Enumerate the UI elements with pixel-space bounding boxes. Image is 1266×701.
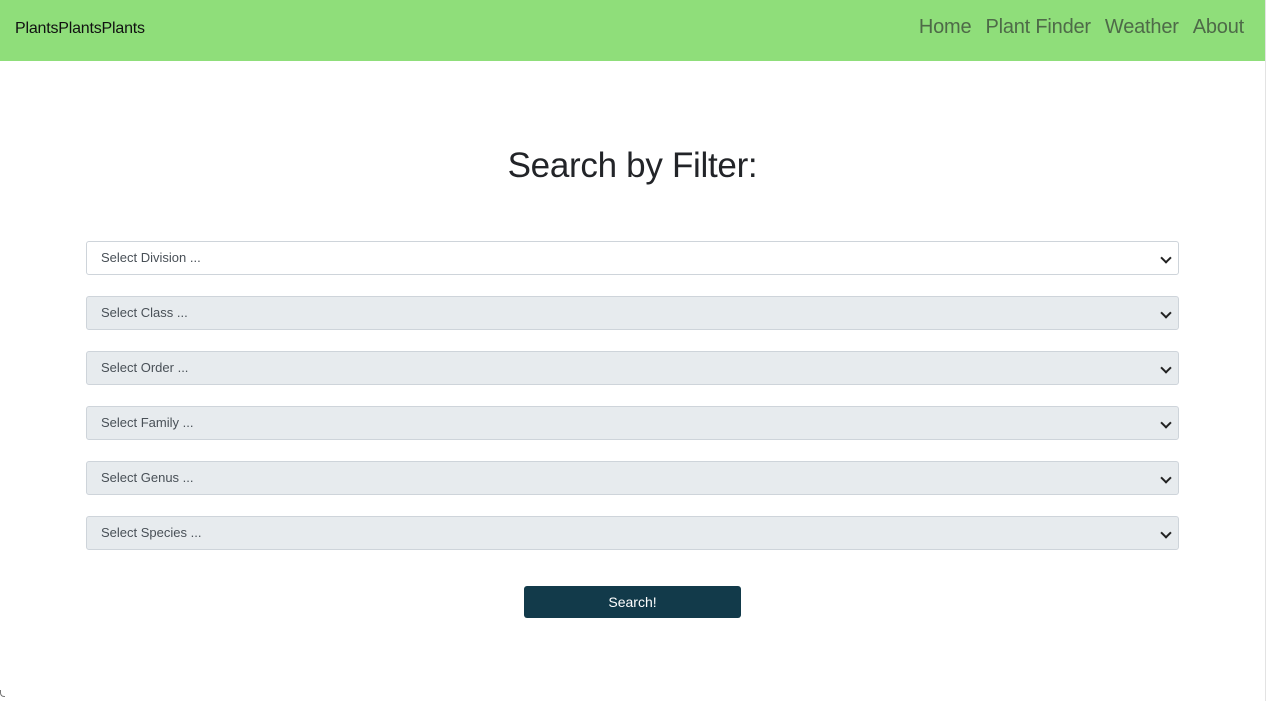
nav-about-link[interactable]: About xyxy=(1193,16,1244,39)
chevron-down-icon xyxy=(1160,362,1172,374)
chevron-down-icon xyxy=(1160,472,1172,484)
top-navbar: PlantsPlantsPlants Home Plant Finder Wea… xyxy=(0,0,1265,61)
chevron-down-icon xyxy=(1160,252,1172,264)
chevron-down-icon xyxy=(1160,527,1172,539)
family-select[interactable]: Select Family ... xyxy=(86,406,1179,440)
genus-select[interactable]: Select Genus ... xyxy=(86,461,1179,495)
genus-select-label: Select Genus ... xyxy=(101,470,194,485)
class-select[interactable]: Select Class ... xyxy=(86,296,1179,330)
window-corner-decoration xyxy=(0,690,5,697)
order-select-label: Select Order ... xyxy=(101,360,189,375)
species-select-label: Select Species ... xyxy=(101,525,202,540)
page-title: Search by Filter: xyxy=(507,146,758,185)
nav-plant-finder-link[interactable]: Plant Finder xyxy=(985,16,1091,39)
species-select[interactable]: Select Species ... xyxy=(86,516,1179,550)
family-select-label: Select Family ... xyxy=(101,415,194,430)
nav-weather-link[interactable]: Weather xyxy=(1105,16,1179,39)
nav-links: Home Plant Finder Weather About xyxy=(919,16,1244,39)
division-select[interactable]: Select Division ... xyxy=(86,241,1179,275)
division-select-label: Select Division ... xyxy=(101,250,201,265)
class-select-label: Select Class ... xyxy=(101,305,188,320)
chevron-down-icon xyxy=(1160,307,1172,319)
chevron-down-icon xyxy=(1160,417,1172,429)
order-select[interactable]: Select Order ... xyxy=(86,351,1179,385)
page: PlantsPlantsPlants Home Plant Finder Wea… xyxy=(0,0,1266,701)
nav-home-link[interactable]: Home xyxy=(919,16,972,39)
search-button[interactable]: Search! xyxy=(524,586,741,618)
brand-logo-text[interactable]: PlantsPlantsPlants xyxy=(15,20,145,38)
